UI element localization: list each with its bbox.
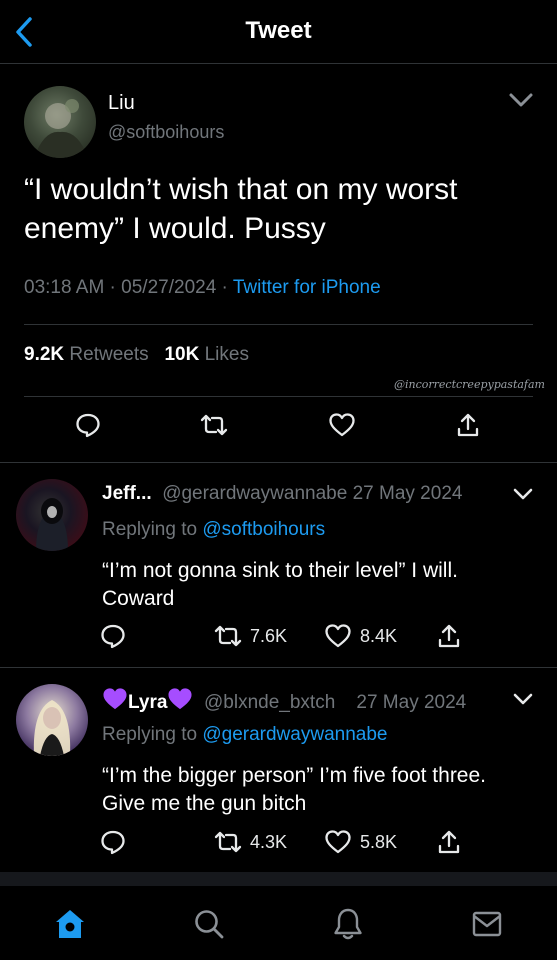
top-bar: Tweet (0, 0, 557, 64)
replying-to: Replying to @softboihours (102, 519, 325, 541)
retweets-stat[interactable]: 9.2K Retweets (24, 344, 149, 365)
retweet-icon (214, 625, 242, 647)
retweet-button[interactable]: 7.6K (214, 621, 287, 651)
author-handle[interactable]: @gerardwaywannabe (162, 483, 347, 504)
divider (24, 324, 533, 325)
more-options-button[interactable] (511, 484, 535, 504)
chevron-down-icon (513, 693, 533, 705)
author-name[interactable]: Jeff... (102, 483, 152, 504)
more-options-button[interactable] (511, 689, 535, 709)
reply-actions: 4.3K 5.8K (100, 827, 480, 857)
share-icon (438, 624, 460, 648)
retweets-count: 9.2K (24, 344, 65, 365)
like-count: 8.4K (360, 625, 398, 646)
replying-label: Replying to (102, 519, 198, 540)
reply-button[interactable] (100, 827, 126, 857)
likes-label: Likes (204, 344, 249, 365)
nav-search-button[interactable] (189, 904, 229, 944)
share-button[interactable] (437, 621, 461, 651)
reply-tweet[interactable]: Jeff... @gerardwaywannabe 27 May 2024 Re… (0, 463, 557, 668)
avatar[interactable] (16, 684, 88, 756)
nav-notifications-button[interactable] (328, 904, 368, 944)
like-button[interactable] (326, 409, 358, 441)
retweet-icon (214, 831, 242, 853)
retweet-count: 7.6K (250, 625, 288, 646)
reply-tweet[interactable]: Lyra @blxnde_bxtch 27 May 2024 Replying … (0, 668, 557, 872)
watermark: @incorrectcreepypastafam (394, 378, 545, 391)
messages-icon (472, 911, 502, 937)
like-count: 5.8K (360, 831, 398, 852)
reply-header: Lyra @blxnde_bxtch 27 May 2024 (102, 687, 466, 717)
retweet-count: 4.3K (250, 831, 288, 852)
share-button[interactable] (437, 827, 461, 857)
like-button[interactable]: 5.8K (324, 827, 397, 857)
like-button[interactable]: 8.4K (324, 621, 397, 651)
like-icon (325, 830, 351, 854)
chevron-down-icon (513, 488, 533, 500)
tweet-actions (0, 409, 557, 449)
tweet-text: “I wouldn’t wish that on my worst enemy”… (24, 173, 458, 245)
purple-heart-icon (167, 687, 193, 717)
main-tweet: Liu @softboihours “I wouldn’t wish that … (0, 64, 557, 463)
nav-messages-button[interactable] (467, 904, 507, 944)
share-icon (438, 830, 460, 854)
reply-text: “I’m not gonna sink to their level” I wi… (102, 559, 458, 610)
retweet-icon (200, 414, 228, 436)
author-handle[interactable]: @blxnde_bxtch (204, 692, 335, 713)
share-icon (457, 413, 479, 437)
tweet-meta: 03:18 AM · 05/27/2024 · Twitter for iPho… (24, 277, 381, 298)
tweet-stats: 9.2K Retweets 10K Likes (24, 344, 249, 366)
like-icon (325, 624, 351, 648)
nav-home-button[interactable] (50, 904, 90, 944)
reply-icon (76, 413, 100, 438)
bottom-nav (0, 886, 557, 960)
replying-to: Replying to @gerardwaywannabe (102, 724, 387, 746)
replying-label: Replying to (102, 724, 198, 745)
home-icon (56, 910, 84, 938)
author-name[interactable]: Lyra (128, 692, 167, 713)
avatar[interactable] (24, 86, 96, 158)
chevron-down-icon (509, 93, 533, 107)
notifications-icon (334, 908, 362, 940)
reply-date: 27 May 2024 (356, 692, 467, 713)
reply-icon (101, 830, 125, 855)
divider (24, 396, 533, 397)
reply-button[interactable] (100, 621, 126, 651)
reply-actions: 7.6K 8.4K (100, 621, 480, 651)
reply-date: 27 May 2024 (352, 483, 463, 504)
page-title: Tweet (245, 17, 312, 44)
like-icon (329, 413, 355, 437)
reply-icon (101, 624, 125, 649)
avatar[interactable] (16, 479, 88, 551)
likes-count: 10K (164, 344, 200, 365)
section-separator (0, 872, 557, 886)
tweet-time: 03:18 AM (24, 277, 105, 298)
share-button[interactable] (452, 409, 484, 441)
likes-stat[interactable]: 10K Likes (164, 344, 249, 365)
purple-heart-icon (102, 687, 128, 717)
more-options-button[interactable] (507, 88, 535, 112)
author-handle[interactable]: @softboihours (108, 122, 224, 143)
reply-header: Jeff... @gerardwaywannabe 27 May 2024 (102, 483, 462, 505)
reply-text: “I’m the bigger person” I’m five foot th… (102, 764, 486, 815)
replying-handle[interactable]: @gerardwaywannabe (202, 724, 387, 745)
retweet-button[interactable] (198, 409, 230, 441)
tweet-source[interactable]: Twitter for iPhone (233, 277, 381, 298)
retweet-button[interactable]: 4.3K (214, 827, 287, 857)
tweet-date: 05/27/2024 (121, 277, 217, 298)
reply-button[interactable] (72, 409, 104, 441)
search-icon (195, 910, 224, 939)
replying-handle[interactable]: @softboihours (202, 519, 325, 540)
retweets-label: Retweets (69, 344, 149, 365)
author-name[interactable]: Liu (108, 92, 135, 115)
